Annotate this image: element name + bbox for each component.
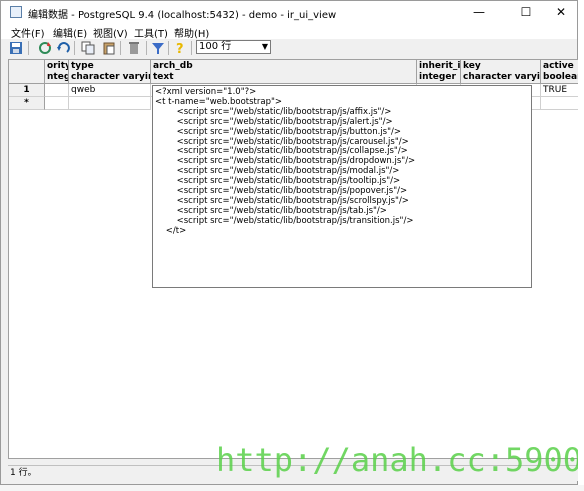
toolbar-separator: [120, 41, 121, 55]
app-window: 编辑数据 - PostgreSQL 9.4 (localhost:5432) -…: [0, 0, 582, 485]
menu-edit[interactable]: 编辑(E): [53, 25, 87, 40]
menu-help[interactable]: 帮助(H): [174, 25, 209, 40]
column-name: active: [543, 61, 574, 71]
menu-view[interactable]: 视图(V): [93, 25, 128, 40]
column-type: character varying: [71, 72, 150, 82]
column-name: inherit_id: [419, 61, 461, 71]
column-header-inherit-id[interactable]: inherit_id integer: [417, 60, 461, 84]
toolbar: ?: [1, 39, 577, 57]
column-name: key: [463, 61, 481, 71]
help-icon[interactable]: ?: [173, 41, 187, 55]
column-type: boolean: [543, 72, 578, 82]
cell-active[interactable]: TRUE: [541, 84, 578, 97]
grid-corner: [9, 60, 45, 84]
chevron-down-icon: ▼: [261, 42, 268, 51]
toolbar-separator: [168, 41, 169, 55]
svg-text:?: ?: [176, 42, 184, 55]
row-limit-select[interactable]: 100 行 ▼: [196, 40, 271, 54]
menu-file[interactable]: 文件(F): [11, 25, 45, 40]
column-type: text: [153, 72, 174, 82]
arch-db-text-editor[interactable]: <?xml version="1.0"?> <t t-name="web.boo…: [152, 85, 532, 288]
minimize-button[interactable]: —: [459, 1, 499, 23]
new-row-cell[interactable]: [541, 97, 578, 110]
row-header[interactable]: 1: [9, 84, 45, 97]
menu-bar: 文件(F) 编辑(E) 视图(V) 工具(T) 帮助(H): [1, 23, 577, 40]
cell-type[interactable]: qweb: [69, 84, 151, 97]
column-type: character varying: [463, 72, 540, 82]
undo-icon[interactable]: [56, 41, 70, 55]
new-row-cell[interactable]: [69, 97, 151, 110]
column-type: nteger: [47, 72, 68, 82]
row-limit-value: 100 行: [199, 41, 232, 52]
column-header-arch-db[interactable]: arch_db text: [151, 60, 417, 84]
window-title: 编辑数据 - PostgreSQL 9.4 (localhost:5432) -…: [28, 10, 337, 21]
toolbar-separator: [191, 41, 192, 55]
data-grid: ority nteger type character varying arch…: [8, 59, 579, 459]
app-icon: [10, 6, 22, 18]
maximize-button[interactable]: ☐: [506, 1, 546, 23]
delete-icon[interactable]: [127, 41, 141, 55]
column-type: integer: [419, 72, 456, 82]
column-name: type: [71, 61, 94, 71]
new-row-header[interactable]: *: [9, 97, 45, 110]
watermark: http://anah.cc:5900: [216, 441, 583, 479]
refresh-icon[interactable]: [38, 41, 52, 55]
toolbar-separator: [28, 41, 29, 55]
column-name: arch_db: [153, 61, 193, 71]
column-name: ority: [47, 61, 69, 71]
paste-icon[interactable]: [102, 41, 116, 55]
column-header-type[interactable]: type character varying: [69, 60, 151, 84]
toolbar-separator: [146, 41, 147, 55]
column-header-key[interactable]: key character varying: [461, 60, 541, 84]
new-row-cell[interactable]: [45, 97, 69, 110]
close-button[interactable]: ✕: [541, 1, 581, 23]
column-header-ority[interactable]: ority nteger: [45, 60, 69, 84]
filter-icon[interactable]: [151, 41, 165, 55]
save-icon[interactable]: [9, 41, 23, 55]
copy-icon[interactable]: [81, 41, 95, 55]
menu-tools[interactable]: 工具(T): [134, 25, 168, 40]
status-text: 1 行。: [10, 468, 37, 478]
cell-priority[interactable]: [45, 84, 69, 97]
column-header-active[interactable]: active boolean: [541, 60, 578, 84]
taskbar-edge: [0, 485, 584, 491]
toolbar-separator: [74, 41, 75, 55]
background-window-edge: [578, 0, 584, 491]
title-bar: 编辑数据 - PostgreSQL 9.4 (localhost:5432) -…: [1, 1, 577, 23]
